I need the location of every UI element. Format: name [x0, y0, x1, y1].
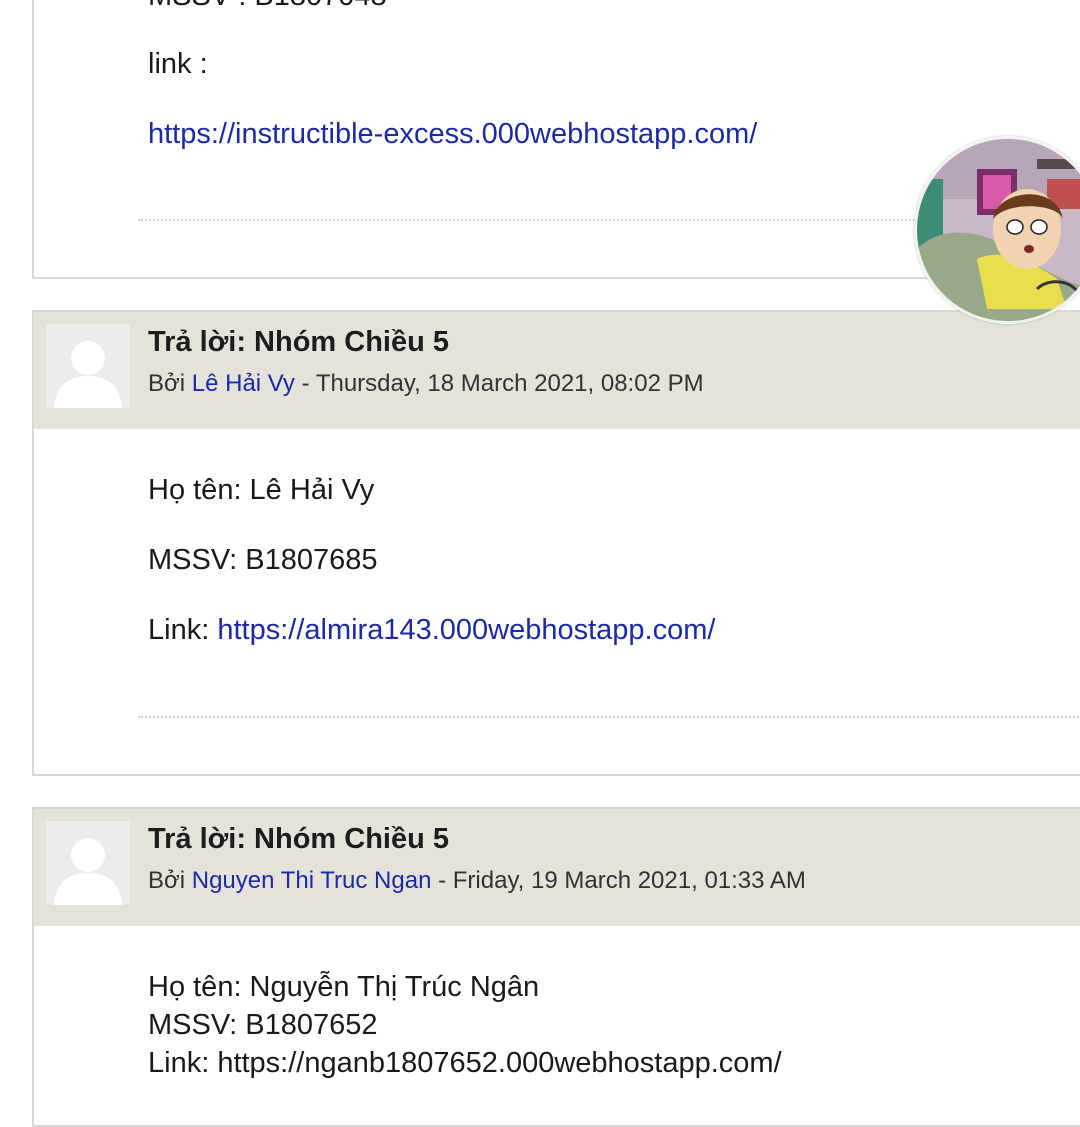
- post-subject: Trả lời: Nhóm Chiều 5: [148, 823, 449, 855]
- mssv-line: MSSV: B1807685: [148, 544, 378, 576]
- default-user-icon: [46, 324, 130, 408]
- post-header: Trả lời: Nhóm Chiều 5 Bởi Nguyen Thi Tru…: [34, 809, 1080, 926]
- post-date: - Friday, 19 March 2021, 01:33 AM: [431, 867, 806, 894]
- cartoon-avatar-icon: [917, 139, 1080, 321]
- author-link[interactable]: Lê Hải Vy: [192, 370, 295, 397]
- user-avatar[interactable]: [46, 821, 130, 905]
- post-link[interactable]: https://almira143.000webhostapp.com/: [217, 614, 715, 646]
- user-avatar[interactable]: [46, 324, 130, 408]
- name-line: Họ tên: Nguyễn Thị Trúc Ngân: [148, 971, 540, 1003]
- post-header: Trả lời: Nhóm Chiều 5 Bởi Lê Hải Vy - Th…: [34, 312, 1080, 429]
- link-label: link :: [148, 48, 208, 80]
- post-subject: Trả lời: Nhóm Chiều 5: [148, 326, 449, 358]
- post-meta: Bởi Nguyen Thi Truc Ngan - Friday, 19 Ma…: [148, 867, 806, 895]
- by-prefix: Bởi: [148, 370, 192, 397]
- default-user-icon: [46, 821, 130, 905]
- post-divider: [138, 716, 1080, 718]
- link-line: Link: https://nganb1807652.000webhostapp…: [148, 1047, 782, 1079]
- forum-post: Trả lời: Nhóm Chiều 5 Bởi Nguyen Thi Tru…: [32, 807, 1080, 1127]
- post-date: - Thursday, 18 March 2021, 08:02 PM: [294, 370, 704, 397]
- by-prefix: Bởi: [148, 867, 192, 894]
- name-line: Họ tên: Lê Hải Vy: [148, 474, 375, 506]
- post-link[interactable]: https://instructible-excess.000webhostap…: [148, 118, 757, 151]
- link-label: Link:: [148, 614, 218, 646]
- post-meta: Bởi Lê Hải Vy - Thursday, 18 March 2021,…: [148, 370, 704, 398]
- author-link[interactable]: Nguyen Thi Truc Ngan: [192, 867, 432, 894]
- forum-post: Trả lời: Nhóm Chiều 5 Bởi Lê Hải Vy - Th…: [32, 310, 1080, 776]
- link-line: Link: https://almira143.000webhostapp.co…: [148, 614, 715, 647]
- mssv-text: MSSV : B1807048: [148, 0, 387, 13]
- mssv-line: MSSV: B1807652: [148, 1009, 378, 1041]
